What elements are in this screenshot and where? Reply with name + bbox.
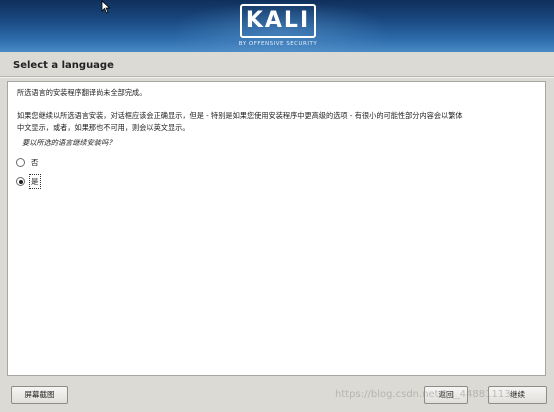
title-divider-highlight: [0, 77, 554, 78]
translation-notice: 所选语言的安装程序翻译尚未全部完成。: [17, 88, 147, 97]
continue-question: 要以所选的语言继续安装吗？: [22, 138, 116, 147]
kali-logo: KALI: [240, 4, 316, 38]
kali-banner: KALI BY OFFENSIVE SECURITY: [0, 0, 554, 52]
radio-yes[interactable]: [16, 177, 25, 186]
option-yes-label[interactable]: 是: [29, 174, 41, 189]
installer-screen: KALI BY OFFENSIVE SECURITY Select a lang…: [0, 0, 554, 412]
option-no-label[interactable]: 否: [30, 156, 40, 169]
screenshot-button[interactable]: 屏幕截图: [11, 386, 68, 404]
watermark: https://blog.csdn.net/qq_44881113: [335, 389, 511, 400]
radio-no[interactable]: [16, 158, 25, 167]
page-title: Select a language: [13, 60, 114, 71]
fallback-explanation-line1: 如果您继续以所选语言安装，对话框应该会正确显示，但是 - 特别是如果您使用安装程…: [17, 111, 463, 120]
mouse-cursor-icon: [101, 0, 111, 14]
content-panel: 所选语言的安装程序翻译尚未全部完成。 如果您继续以所选语言安装，对话框应该会正确…: [7, 81, 546, 376]
kali-logo-subtitle: BY OFFENSIVE SECURITY: [238, 41, 318, 47]
fallback-explanation-line2: 中文显示，或者，如果那也不可用，则会以英文显示。: [17, 123, 190, 132]
